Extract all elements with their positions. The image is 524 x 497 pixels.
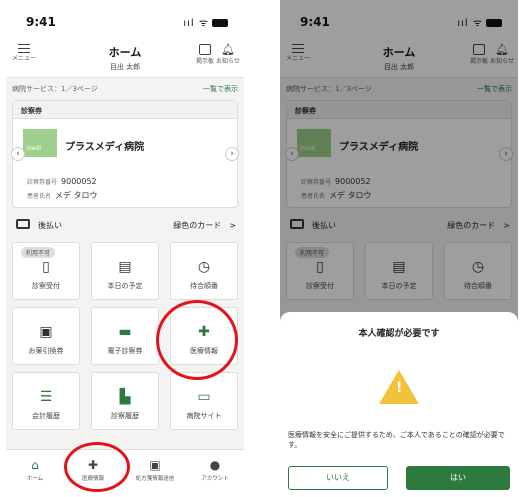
status-bar: 9:41 ııl ᯤ	[6, 0, 244, 38]
patient-card[interactable]: 診察券 medi プラスメディ病院 ‹ › 診察券番号 9000052 患者氏名メ…	[11, 100, 239, 208]
hospital-logo: medi	[23, 129, 57, 157]
payment-row[interactable]: 後払い 緑色のカード >	[12, 214, 238, 236]
home-screen: 9:41 ııl ᯤ メニュー ホーム 目出 太郎 掲示板 🔔︎ お知らせ 病院サー…	[6, 0, 244, 497]
dialog-title: 本人確認が必要です	[358, 329, 440, 339]
notice-board-icon	[198, 44, 211, 55]
app-header: メニュー ホーム 目出 太郎 掲示板 🔔︎ お知らせ	[6, 38, 244, 78]
hospital-name: プラスメディ病院	[65, 142, 145, 153]
nav-prescription[interactable]: ▣ 処方箋情報送信	[128, 458, 182, 482]
notifications-button[interactable]: 🔔︎ お知らせ	[216, 43, 240, 66]
confirm-screen: 9:41 ııl ᯤ メニュー ホーム 目出 太郎 掲示板 🔔︎ お知らせ 病院サー…	[280, 0, 518, 497]
document-icon: ▙	[119, 389, 131, 405]
no-button[interactable]: いいえ	[288, 466, 388, 490]
browser-icon: ▭	[197, 389, 211, 405]
home-icon: ⌂	[31, 458, 39, 472]
tile-medicine-ticket[interactable]: ▣ お薬引換券	[12, 307, 80, 365]
clock-icon: ◷	[197, 259, 211, 275]
account-icon: ●	[209, 458, 221, 472]
next-card-button[interactable]: ›	[225, 147, 239, 161]
card-header: 診察券	[13, 101, 237, 119]
bell-icon: 🔔︎	[221, 43, 236, 56]
card-payment-icon	[16, 219, 30, 229]
schedule-icon: ▤	[118, 259, 132, 275]
prescription-icon: ▣	[149, 458, 161, 472]
tile-wait-order[interactable]: ◷ 待合順番	[170, 242, 238, 300]
tile-e-card[interactable]: ▬ 電子診察券	[91, 307, 159, 365]
list-icon: ☰	[39, 389, 53, 405]
tile-hospital-site[interactable]: ▭ 病院サイト	[170, 372, 238, 430]
card-number-row: 診察券番号 9000052	[27, 177, 97, 186]
phone-icon: ▯	[42, 259, 50, 275]
status-badge: 利用不可	[21, 247, 56, 258]
view-list-link[interactable]: 一覧で表示	[203, 84, 238, 94]
battery-icon	[212, 19, 228, 27]
patient-name-row: 患者氏名 メデ タロウ	[27, 191, 98, 200]
highlight-circle-nav	[64, 442, 130, 492]
tile-checkin[interactable]: 利用不可 ▯ 診察受付	[12, 242, 80, 300]
signal-wifi-icon: ııl ᯤ	[183, 15, 228, 29]
nav-account[interactable]: ● アカウント	[188, 458, 242, 482]
notice-board-button[interactable]: 掲示板	[196, 44, 214, 65]
yes-button[interactable]: はい	[406, 466, 510, 490]
status-time: 9:41	[26, 15, 56, 29]
ticket-icon: ▣	[39, 324, 53, 340]
tile-billing-history[interactable]: ☰ 会計履歴	[12, 372, 80, 430]
prev-card-button[interactable]: ‹	[11, 147, 25, 161]
tile-visit-history[interactable]: ▙ 診察履歴	[91, 372, 159, 430]
tile-schedule[interactable]: ▤ 本日の予定	[91, 242, 159, 300]
dialog-message: 医療情報を安全にご提供するため、ご本人であることの確認が必要です。	[288, 431, 505, 449]
card-icon: ▬	[118, 324, 132, 340]
nav-home[interactable]: ⌂ ホーム	[8, 458, 62, 482]
identity-confirm-dialog: 本人確認が必要です ! 医療情報を安全にご提供するため、ご本人であることの確認が…	[280, 312, 518, 497]
warning-icon: !	[379, 370, 419, 404]
highlight-circle-tile	[156, 300, 238, 380]
service-pager: 病院サービス：1／3ページ 一覧で表示	[12, 84, 238, 94]
